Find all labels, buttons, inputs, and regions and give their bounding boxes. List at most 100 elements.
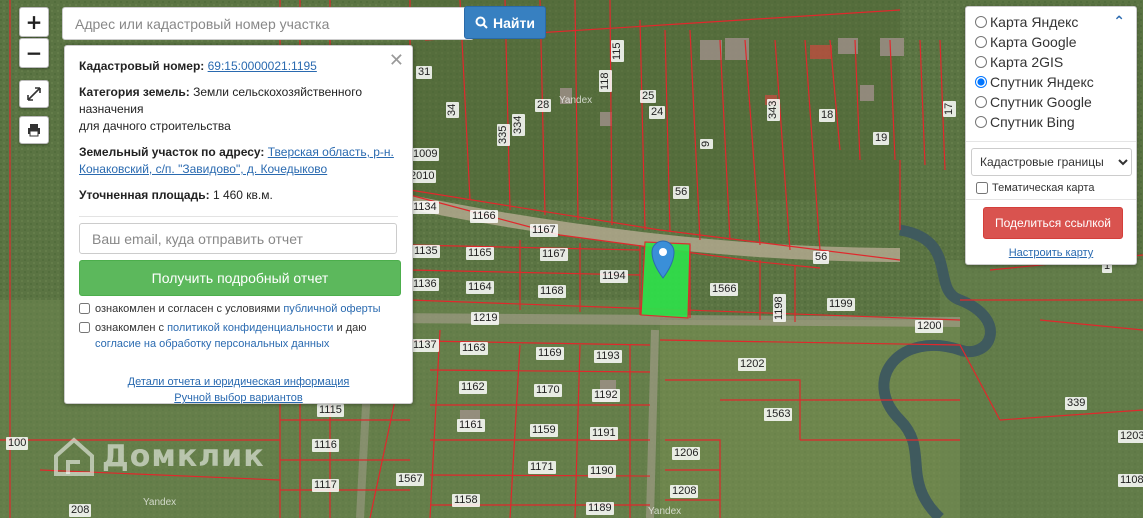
search-input[interactable]	[62, 7, 474, 40]
address-row: Земельный участок по адресу: Тверская об…	[79, 144, 398, 178]
parcel-number-label: 1161	[457, 419, 485, 432]
parcel-number-label: 31	[416, 66, 433, 79]
yandex-watermark: Yandex	[143, 497, 177, 508]
privacy-link[interactable]: политикой конфиденциальности	[167, 322, 333, 334]
parcel-number-label: 100	[6, 437, 29, 450]
area-label: Уточненная площадь:	[79, 188, 210, 202]
parcel-number-label: 208	[69, 504, 92, 517]
consent-link[interactable]: согласие на обработку персональных данны…	[95, 336, 329, 352]
privacy-agreement: ознакомлен с политикой конфиденциальност…	[79, 320, 398, 336]
divider	[966, 141, 1136, 142]
offer-checkbox[interactable]	[79, 303, 90, 314]
parcel-number-label: 1171	[528, 461, 556, 474]
parcel-number-label: 1164	[466, 281, 494, 294]
get-report-button[interactable]: Получить подробный отчет	[79, 260, 401, 296]
parcel-number-label: 1009	[411, 148, 440, 161]
layer-option-label: Карта Яндекс	[990, 14, 1079, 30]
privacy-checkbox[interactable]	[79, 322, 90, 333]
print-button[interactable]	[19, 116, 49, 144]
layer-radio[interactable]	[975, 16, 987, 28]
parcel-number-label: 1117	[312, 479, 339, 492]
layer-option[interactable]: Спутник Bing	[975, 114, 1075, 130]
parcel-number-label: 335	[497, 123, 510, 146]
parcel-number-label: 1191	[590, 427, 618, 440]
parcel-number-label: 25	[640, 90, 657, 103]
layer-radio[interactable]	[975, 76, 987, 88]
email-field[interactable]	[79, 223, 397, 254]
divider	[79, 216, 398, 217]
parcel-number-label: 34	[446, 101, 459, 118]
parcel-number-label: 56	[813, 251, 830, 264]
parcel-number-label: 18	[819, 109, 836, 122]
privacy-text: ознакомлен с	[95, 322, 165, 334]
parcel-number-label: 1167	[530, 224, 558, 237]
layer-radio[interactable]	[975, 116, 987, 128]
share-link-button[interactable]: Поделиться ссылкой	[983, 207, 1123, 239]
parcel-number-label: 1134	[411, 201, 439, 214]
parcel-number-label: 1170	[534, 384, 562, 397]
search-button-label: Найти	[493, 14, 535, 31]
parcel-number-label: 56	[673, 186, 690, 199]
layer-option[interactable]: Спутник Google	[975, 94, 1092, 110]
parcel-number-label: 1567	[396, 473, 425, 486]
parcel-number-label: 1208	[670, 485, 699, 498]
offer-link[interactable]: публичной оферты	[283, 303, 380, 315]
house-logo-icon	[54, 437, 94, 476]
parcel-number-label: 1116	[312, 439, 339, 452]
close-icon[interactable]: ✕	[389, 52, 404, 70]
layer-option[interactable]: Спутник Яндекс	[975, 74, 1094, 90]
yandex-watermark: Yandex	[559, 95, 593, 106]
parcel-number-label: 1165	[466, 247, 494, 260]
parcel-number-label: 9	[700, 138, 713, 149]
parcel-number-label: 1135	[412, 245, 440, 258]
yandex-watermark: Yandex	[648, 506, 682, 517]
thematic-map-toggle[interactable]: Тематическая карта	[976, 182, 1094, 194]
search-button[interactable]: Найти	[464, 6, 546, 39]
fullscreen-button[interactable]	[19, 80, 49, 108]
zoom-out-button[interactable]: −	[19, 38, 49, 68]
layer-option[interactable]: Карта Google	[975, 34, 1077, 50]
layer-radio[interactable]	[975, 96, 987, 108]
parcel-number-label: 1200	[915, 320, 944, 333]
configure-map-link[interactable]: Настроить карту	[966, 247, 1136, 259]
parcel-number-label: 24	[649, 106, 666, 119]
chevron-up-icon[interactable]: ⌃	[1113, 14, 1125, 30]
parcel-number-label: 1206	[672, 447, 701, 460]
details-link[interactable]: Детали отчета и юридическая информация	[79, 374, 398, 390]
parcel-number-label: 1159	[530, 424, 558, 437]
parcel-number-label: 1190	[588, 465, 616, 478]
parcel-number-label: 1192	[592, 389, 620, 402]
overlay-select[interactable]: Кадастровые границы	[971, 148, 1132, 176]
layer-option[interactable]: Карта Яндекс	[975, 14, 1078, 30]
parcel-number-label: 1203	[1118, 430, 1143, 443]
manual-select-link[interactable]: Ручной выбор вариантов	[79, 390, 398, 406]
cadastral-number-link[interactable]: 69:15:0000021:1195	[208, 59, 317, 73]
parcel-number-label: 17	[943, 100, 956, 117]
parcel-number-label: 1163	[460, 342, 488, 355]
layer-option-label: Карта Google	[990, 34, 1077, 50]
parcel-number-label: 1193	[594, 350, 622, 363]
thematic-checkbox[interactable]	[976, 182, 988, 194]
offer-agreement: ознакомлен и согласен с условиями публич…	[79, 301, 398, 317]
parcel-number-label: 1202	[738, 358, 767, 371]
consent-line: согласие на обработку персональных данны…	[79, 336, 398, 352]
category-row: Категория земель: Земли сельскохозяйстве…	[79, 84, 398, 135]
parcel-number-label: 1563	[764, 408, 793, 421]
layer-option-label: Спутник Bing	[990, 114, 1075, 130]
layer-radio[interactable]	[975, 36, 987, 48]
parcel-number-label: 1162	[459, 381, 487, 394]
parcel-number-label: 1137	[411, 339, 439, 352]
parcel-number-label: 1169	[536, 347, 564, 360]
layer-option-label: Спутник Яндекс	[990, 74, 1094, 90]
parcel-info-panel: ✕ Кадастровый номер: 69:15:0000021:1195 …	[64, 45, 413, 404]
zoom-in-button[interactable]: +	[19, 7, 49, 37]
layer-option[interactable]: Карта 2GIS	[975, 54, 1063, 70]
category-value-2: для дачного строительства	[79, 119, 231, 133]
parcel-number-label: 339	[1065, 397, 1088, 410]
expand-icon	[27, 87, 41, 101]
layer-radio[interactable]	[975, 56, 987, 68]
parcel-number-label: 115	[611, 40, 624, 62]
parcel-number-label: 1158	[452, 494, 480, 507]
domclick-logo: Домклик	[52, 436, 265, 476]
parcel-number-label: 1167	[540, 248, 568, 261]
